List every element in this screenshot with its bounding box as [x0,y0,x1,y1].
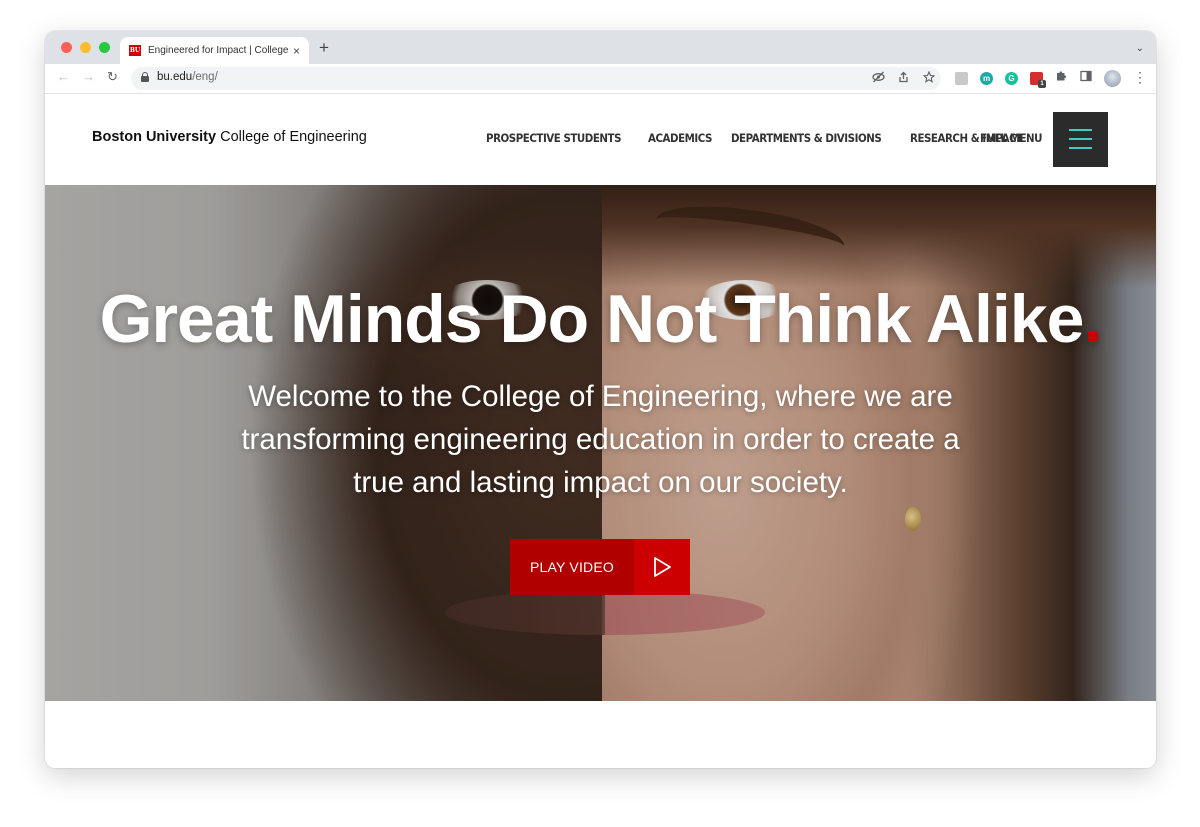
hero-title: Great Minds Do Not Think Alike. [45,280,1156,358]
close-tab-icon[interactable]: × [293,44,300,58]
bookmark-star-icon[interactable] [922,70,936,86]
forward-button[interactable]: → [82,69,95,84]
active-tab[interactable]: BU Engineered for Impact | College of En… [120,37,309,64]
browser-menu-icon[interactable]: ⋮ [1133,69,1147,86]
browser-window: BU Engineered for Impact | College of En… [45,31,1156,768]
play-video-label: PLAY VIDEO [510,539,634,595]
bu-eng-logo[interactable]: Boston University College of Engineering [92,129,367,145]
tab-search-icon[interactable]: ⌄ [1136,43,1144,54]
window-controls [61,42,110,53]
bu-favicon-icon: BU [129,45,141,56]
browser-toolbar: ← → ↻ bu.edu/eng/ m G 1 ⋮ [45,64,1156,94]
url-path: /eng/ [192,71,218,83]
mastodon-extension-icon[interactable]: m [980,72,993,85]
menu-line-icon [1069,147,1092,149]
main-nav: PROSPECTIVE STUDENTS ACADEMICS DEPARTMEN… [486,131,1035,145]
menu-line-icon [1069,138,1092,140]
close-window-button[interactable] [61,42,72,53]
extensions-puzzle-icon[interactable] [1055,70,1067,85]
grammarly-extension-icon[interactable]: G [1005,72,1018,85]
tab-bar: BU Engineered for Impact | College of En… [45,31,1156,64]
profile-avatar[interactable] [1104,70,1121,87]
play-video-button[interactable]: PLAY VIDEO [510,539,690,595]
nav-prospective-students[interactable]: PROSPECTIVE STUDENTS [486,131,621,145]
lock-icon[interactable] [141,72,149,82]
nav-academics[interactable]: ACADEMICS [648,131,712,145]
eye-slash-icon[interactable] [872,71,885,86]
full-menu-link[interactable]: FULL MENU [980,131,1042,145]
hero-section: Great Minds Do Not Think Alike. Welcome … [45,185,1156,701]
translate-extension-icon[interactable] [955,72,968,85]
hero-title-text: Great Minds Do Not Think Alike [99,281,1085,357]
calendar-extension-icon[interactable]: 1 [1030,72,1046,88]
hero-subtitle: Welcome to the College of Engineering, w… [241,380,960,499]
minimize-window-button[interactable] [80,42,91,53]
site-header: Boston University College of Engineering… [45,94,1156,185]
hero-title-dot: . [1083,281,1102,357]
logo-university: Boston University [92,129,217,145]
hamburger-menu-button[interactable] [1053,112,1108,167]
back-button[interactable]: ← [57,69,70,84]
logo-college: College of Engineering [216,129,367,145]
tab-title: Engineered for Impact | College of Engin… [148,45,288,56]
reload-button[interactable]: ↻ [107,69,118,85]
play-icon [634,539,690,595]
nav-departments-divisions[interactable]: DEPARTMENTS & DIVISIONS [731,131,882,145]
side-panel-icon[interactable] [1080,70,1092,85]
share-icon[interactable] [898,71,909,86]
address-bar[interactable]: bu.edu/eng/ [131,67,941,90]
extension-badge: 1 [1038,80,1046,88]
new-tab-button[interactable]: + [319,39,329,56]
maximize-window-button[interactable] [99,42,110,53]
url-host: bu.edu [157,71,193,83]
url-text[interactable]: bu.edu/eng/ [157,71,218,83]
menu-line-icon [1069,129,1092,131]
